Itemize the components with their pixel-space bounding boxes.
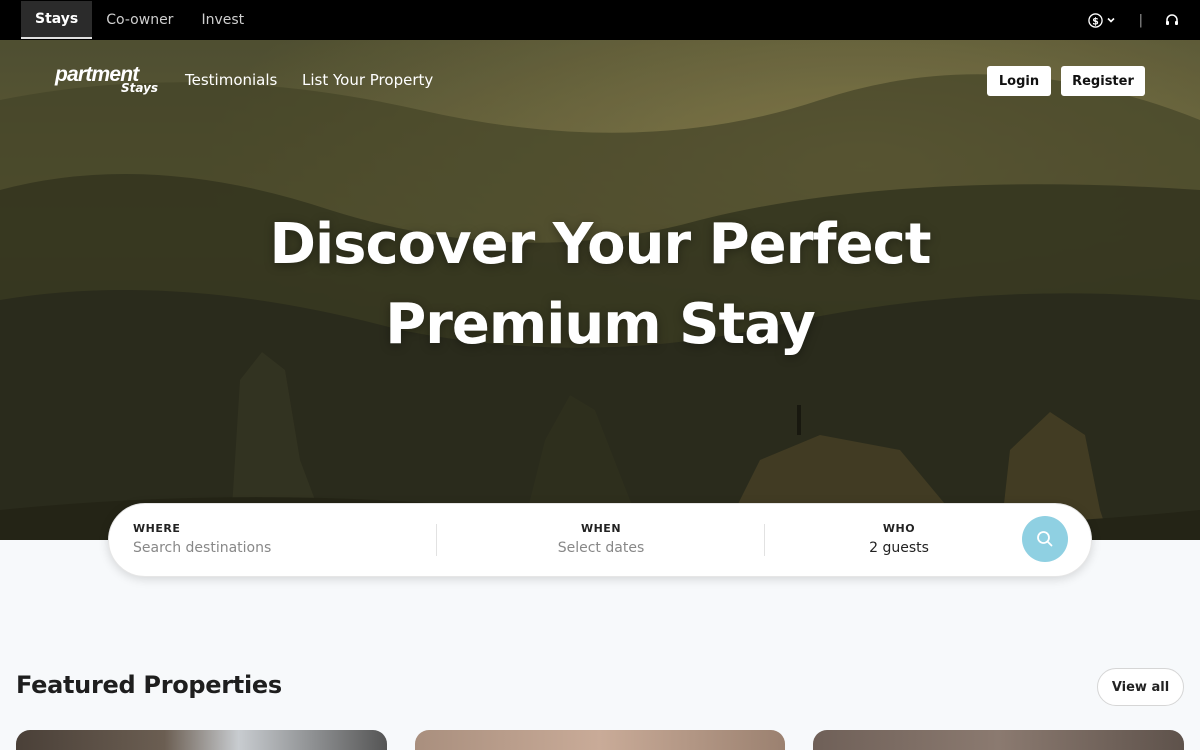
search-divider xyxy=(764,524,765,556)
search-divider xyxy=(436,524,437,556)
when-label: WHEN xyxy=(580,522,622,535)
when-input[interactable]: Select dates xyxy=(441,540,761,556)
featured-title: Featured Properties xyxy=(16,671,282,699)
register-button[interactable]: Register xyxy=(1061,66,1145,96)
main-nav: partment Stays Testimonials List Your Pr… xyxy=(0,40,1200,122)
login-button[interactable]: Login xyxy=(987,66,1051,96)
who-field[interactable]: WHO 2 guests xyxy=(769,522,1029,556)
tab-invest[interactable]: Invest xyxy=(187,1,258,39)
where-input[interactable]: Search destinations xyxy=(133,540,433,556)
hero-headline-line1: Discover Your Perfect xyxy=(269,212,931,277)
brand-logo[interactable]: partment Stays xyxy=(55,64,165,100)
when-field[interactable]: WHEN Select dates xyxy=(441,522,761,556)
where-field[interactable]: WHERE Search destinations xyxy=(133,522,433,556)
nav-link-testimonials[interactable]: Testimonials xyxy=(185,71,277,89)
top-bar: Stays Co-owner Invest $ | xyxy=(0,0,1200,40)
property-card[interactable] xyxy=(415,730,785,750)
tab-stays[interactable]: Stays xyxy=(21,1,93,39)
top-bar-actions: $ | xyxy=(1087,0,1180,40)
logo-subtitle: Stays xyxy=(121,81,159,95)
search-bar: WHERE Search destinations WHEN Select da… xyxy=(108,503,1092,577)
search-icon xyxy=(1037,531,1053,547)
tab-co-owner[interactable]: Co-owner xyxy=(92,1,187,39)
product-tabs: Stays Co-owner Invest xyxy=(21,0,258,40)
who-label: WHO xyxy=(882,522,916,535)
who-input[interactable]: 2 guests xyxy=(769,540,1029,556)
where-label: WHERE xyxy=(133,522,181,535)
headset-icon[interactable] xyxy=(1164,12,1180,28)
dollar-circle-icon: $ xyxy=(1087,12,1103,28)
property-card[interactable] xyxy=(813,730,1184,750)
currency-selector[interactable]: $ xyxy=(1087,12,1116,28)
divider: | xyxy=(1138,12,1143,28)
hero-headline-line2: Premium Stay xyxy=(385,292,816,357)
nav-link-list-your-property[interactable]: List Your Property xyxy=(302,71,433,89)
chevron-down-icon xyxy=(1107,17,1115,23)
search-button[interactable] xyxy=(1022,516,1068,562)
svg-text:$: $ xyxy=(1092,16,1099,27)
property-card[interactable] xyxy=(16,730,387,750)
view-all-button[interactable]: View all xyxy=(1097,668,1184,706)
